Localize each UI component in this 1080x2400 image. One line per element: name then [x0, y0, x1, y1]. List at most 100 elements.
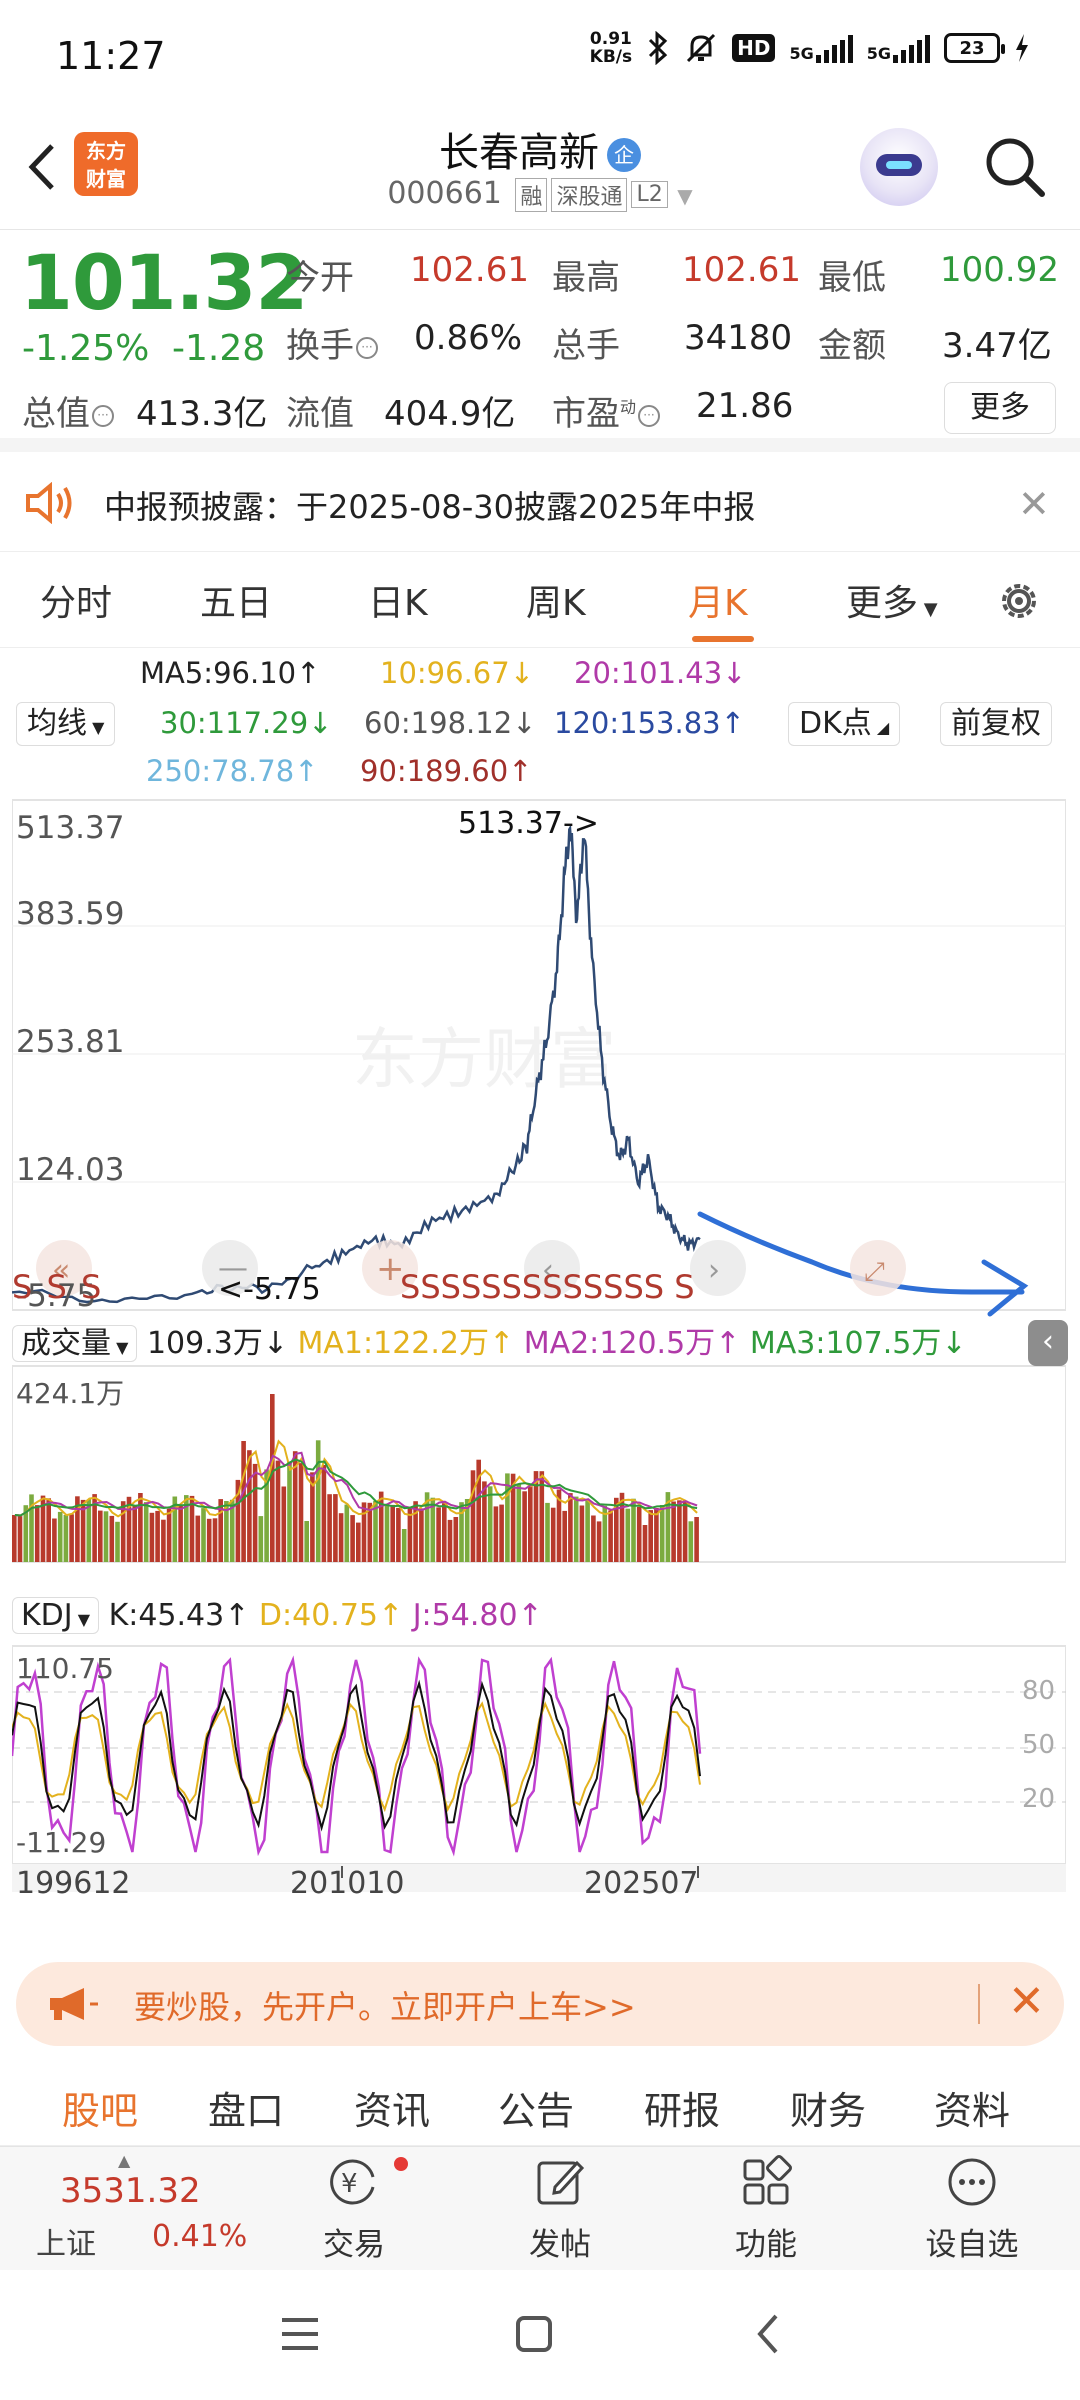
ma20-value: 20:101.43↓ — [574, 656, 747, 690]
kdj-selector[interactable]: KDJ ▼ — [12, 1597, 100, 1634]
volume-bar — [528, 1484, 533, 1562]
home-icon[interactable] — [514, 2314, 554, 2354]
dk-point-button[interactable]: DK点 ◢ — [788, 702, 901, 746]
close-icon[interactable]: ✕ — [1008, 1976, 1045, 2027]
volume-bar — [315, 1440, 321, 1562]
volume-bar — [241, 1441, 246, 1562]
signal-1-icon: 5G — [789, 33, 853, 63]
mute-bell-icon — [687, 33, 716, 63]
svg-text:¥: ¥ — [341, 2169, 358, 2199]
kline-chart[interactable]: 东方财富 « — + ‹ › ⤢ 513.37 383.59 253.81 12… — [12, 792, 1068, 1901]
volume-bar — [636, 1506, 642, 1562]
more-dots-icon: ··· — [638, 404, 661, 427]
volume-bar — [143, 1502, 149, 1562]
ai-assistant-robot-icon[interactable] — [860, 128, 938, 206]
post-button[interactable]: 发帖 — [500, 2155, 620, 2264]
tab-profile[interactable]: 资料 — [934, 2080, 1010, 2135]
volume-bar — [545, 1502, 550, 1562]
charging-icon — [1016, 34, 1028, 62]
ma5-value: MA5:96.10↑ — [140, 656, 321, 690]
volume-bar — [298, 1463, 304, 1562]
volume-bar — [161, 1519, 166, 1562]
side-panel-toggle-icon[interactable]: ‹ — [1028, 1320, 1068, 1366]
volume-bar — [149, 1512, 155, 1562]
vol-ma1-line — [14, 1439, 698, 1518]
tab-intraday[interactable]: 分时 — [40, 574, 112, 626]
menu-icon[interactable] — [278, 2314, 322, 2354]
more-dots-icon: ··· — [92, 404, 114, 427]
min-price-annotation: <-5.75 — [218, 1272, 321, 1307]
volume-bar — [189, 1495, 195, 1562]
tab-monthly-k[interactable]: 月K — [688, 574, 748, 626]
volume-bar — [57, 1511, 63, 1562]
section-tabs: 股吧 盘口 资讯 公告 研报 财务 资料 — [0, 2062, 1080, 2146]
ma-toggle-button[interactable]: 均线 ▼ — [16, 702, 116, 746]
turnover-label[interactable]: 换手 ··· — [286, 318, 378, 367]
grid-icon — [743, 2155, 792, 2205]
volume-bar — [677, 1500, 682, 1562]
tab-news[interactable]: 资讯 — [354, 2080, 430, 2135]
notice-bar[interactable]: 中报预披露：于2025-08-30披露2025年中报 ✕ — [0, 452, 1080, 552]
system-nav-bar — [0, 2270, 1080, 2400]
volume-selector[interactable]: 成交量 ▼ — [12, 1325, 138, 1362]
volume-bar — [596, 1521, 602, 1562]
close-icon[interactable]: ✕ — [1018, 482, 1050, 526]
tab-stock-forum[interactable]: 股吧 — [62, 2080, 138, 2135]
tab-five-day[interactable]: 五日 — [200, 574, 272, 626]
price-axis-tick: 253.81 — [16, 1024, 125, 1060]
volume-bar — [436, 1507, 441, 1562]
hd-voice-badge: HD — [732, 34, 776, 62]
mcap-label[interactable]: 总值 ··· — [22, 386, 114, 435]
volume-bar — [442, 1503, 447, 1562]
active-tab-indicator — [692, 636, 754, 642]
function-button[interactable]: 功能 — [706, 2155, 826, 2264]
open-account-banner[interactable]: 要炒股，先开户。立即开户上车>> ✕ — [16, 1962, 1064, 2046]
tab-more[interactable]: 更多 ▼ — [846, 574, 938, 626]
dropdown-arrow-icon[interactable]: ▼ — [677, 184, 692, 208]
caret-up-icon: ▲ — [118, 2151, 131, 2170]
volume-bar — [631, 1498, 636, 1562]
tab-daily-k[interactable]: 日K — [368, 574, 428, 626]
quote-panel: 101.32 -1.25% -1.28 今开 102.61 最高 102.61 … — [0, 230, 1080, 452]
adjust-button[interactable]: 前复权 — [940, 702, 1052, 746]
gear-icon[interactable] — [994, 576, 1044, 626]
volume-bars — [12, 1394, 699, 1562]
index-change: 0.41% — [152, 2219, 248, 2254]
volume-bar — [688, 1521, 694, 1562]
volume-bar — [247, 1450, 252, 1562]
pe-label[interactable]: 市盈动 ··· — [552, 386, 661, 435]
add-watchlist-button[interactable]: 设自选 — [912, 2155, 1032, 2264]
banner-text: 要炒股，先开户。立即开户上车>> — [134, 1988, 636, 2026]
connect-tag: 深股通 — [551, 177, 628, 212]
amount-label: 金额 — [818, 326, 886, 366]
sell-markers-left: S S S — [12, 1268, 104, 1306]
tab-finance[interactable]: 财务 — [790, 2080, 866, 2135]
volume-bar — [275, 1460, 281, 1562]
volume-bar — [350, 1515, 355, 1562]
more-button[interactable]: 更多 — [944, 382, 1056, 434]
index-name: 上证 — [36, 2227, 96, 2262]
index-value[interactable]: 3531.32 — [60, 2171, 201, 2211]
mcap-value: 413.3亿 — [136, 394, 268, 434]
volume-ma1: MA1:122.2万↑ — [297, 1326, 515, 1361]
trade-button[interactable]: ¥ 交易 — [294, 2155, 414, 2264]
volume-bar — [361, 1502, 367, 1562]
tab-research[interactable]: 研报 — [644, 2080, 720, 2135]
yen-icon: ¥ — [330, 2159, 375, 2205]
amount-value: 3.47亿 — [942, 326, 1052, 366]
volume-bar — [201, 1508, 206, 1562]
tab-announcements[interactable]: 公告 — [498, 2080, 574, 2135]
ma90-value: 90:189.60↑ — [360, 754, 533, 788]
volume-bar — [396, 1507, 401, 1562]
volume-bar — [579, 1505, 585, 1562]
back-icon[interactable] — [752, 2312, 784, 2356]
signal-2-icon: 5G — [867, 33, 930, 63]
tab-order-book[interactable]: 盘口 — [208, 2080, 284, 2135]
volume-bar — [206, 1518, 212, 1562]
volume-bar — [304, 1521, 309, 1562]
period-tabs: 分时 五日 日K 周K 月K 更多 ▼ — [0, 552, 1080, 648]
volume-header: 成交量 ▼ 109.3万↓ MA1:122.2万↑ MA2:120.5万↑ MA… — [12, 1318, 966, 1362]
tab-weekly-k[interactable]: 周K — [526, 574, 586, 626]
bottom-toolbar: ▲ 3531.32 上证 0.41% ¥ 交易 发帖 功能 设自选 — [0, 2146, 1080, 2270]
search-icon[interactable] — [980, 132, 1050, 202]
